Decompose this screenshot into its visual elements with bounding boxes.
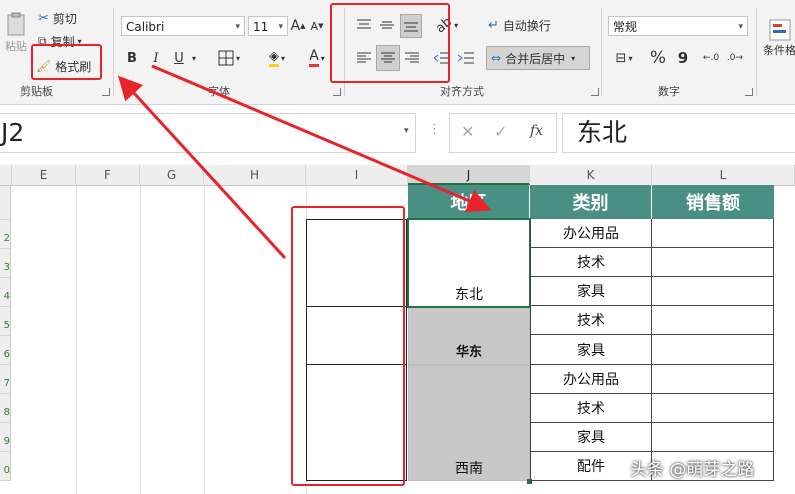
annotation-arrows [117,64,492,260]
watermark: 头条 @萌芽之路 [630,460,755,480]
arrow-to-format-painter [117,75,287,260]
arrow-to-region-cell [151,64,492,213]
